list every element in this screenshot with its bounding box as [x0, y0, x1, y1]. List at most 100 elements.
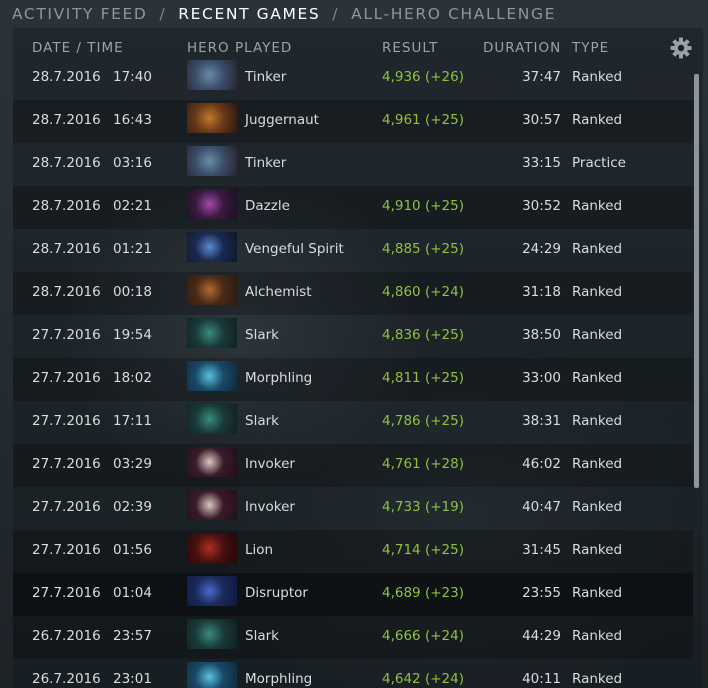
hero-portrait — [187, 490, 237, 520]
table-row[interactable]: 28.7.2016 01:21 Vengeful Spirit 4,885 (+25)… — [13, 229, 693, 272]
table-row[interactable]: 28.7.2016 16:43 Juggernaut 4,961 (+25) 30:57… — [13, 100, 693, 143]
table-row[interactable]: 28.7.2016 02:21 Dazzle 4,910 (+25) 30:52 Rank… — [13, 186, 693, 229]
game-result: 4,885 (+25) — [382, 241, 464, 257]
game-time: 02:21 — [113, 198, 152, 214]
game-type: Ranked — [572, 241, 623, 257]
game-time: 19:54 — [113, 327, 152, 343]
game-time: 01:04 — [113, 585, 152, 601]
table-row[interactable]: 28.7.2016 17:40 Tinker 4,936 (+26) 37:47 Rank… — [13, 57, 693, 100]
table-row[interactable]: 28.7.2016 00:18 Alchemist 4,860 (+24) 31:18 R… — [13, 272, 693, 315]
game-duration: 38:31 — [522, 413, 561, 429]
game-duration: 46:02 — [522, 456, 561, 472]
game-duration: 40:11 — [522, 671, 561, 687]
hero-name: Tinker — [245, 155, 287, 171]
game-type: Ranked — [572, 198, 623, 214]
game-time: 00:18 — [113, 284, 152, 300]
game-result: 4,761 (+28) — [382, 456, 464, 472]
table-row[interactable]: 28.7.2016 03:16 Tinker 33:15 Practice — [13, 143, 693, 186]
hero-portrait — [187, 404, 237, 434]
game-result: 4,836 (+25) — [382, 327, 464, 343]
game-result: 4,642 (+24) — [382, 671, 464, 687]
game-duration: 31:45 — [522, 542, 561, 558]
game-result: 4,860 (+24) — [382, 284, 464, 300]
game-type: Ranked — [572, 370, 623, 386]
game-type: Ranked — [572, 69, 623, 85]
hero-name: Disruptor — [245, 585, 308, 601]
game-type: Ranked — [572, 327, 623, 343]
hero-portrait — [187, 576, 237, 606]
hero-portrait — [187, 533, 237, 563]
game-duration: 23:55 — [522, 585, 561, 601]
table-row[interactable]: 27.7.2016 17:11 Slark 4,786 (+25) 38:31 Ranke… — [13, 401, 693, 444]
column-header-result[interactable]: RESULT — [382, 40, 438, 56]
game-type: Practice — [572, 155, 626, 171]
game-date: 26.7.2016 — [32, 628, 101, 644]
column-header-date-time[interactable]: DATE / TIME — [32, 40, 124, 56]
game-duration: 37:47 — [522, 69, 561, 85]
game-result: 4,733 (+19) — [382, 499, 464, 515]
hero-name: Morphling — [245, 370, 313, 386]
table-row[interactable]: 27.7.2016 03:29 Invoker 4,761 (+28) 46:02 Ran… — [13, 444, 693, 487]
game-type: Ranked — [572, 456, 623, 472]
hero-name: Slark — [245, 628, 279, 644]
hero-portrait — [187, 232, 237, 262]
game-time: 01:21 — [113, 241, 152, 257]
tab-all-hero-challenge[interactable]: ALL-HERO CHALLENGE — [351, 5, 556, 23]
game-time: 17:40 — [113, 69, 152, 85]
game-duration: 24:29 — [522, 241, 561, 257]
game-type: Ranked — [572, 284, 623, 300]
hero-name: Invoker — [245, 456, 295, 472]
game-result: 4,714 (+25) — [382, 542, 464, 558]
game-duration: 33:00 — [522, 370, 561, 386]
game-result: 4,961 (+25) — [382, 112, 464, 128]
game-duration: 30:52 — [522, 198, 561, 214]
hero-name: Lion — [245, 542, 274, 558]
table-row[interactable]: 27.7.2016 02:39 Invoker 4,733 (+19) 40:47 Ran… — [13, 487, 693, 530]
game-result: 4,786 (+25) — [382, 413, 464, 429]
game-time: 23:57 — [113, 628, 152, 644]
game-type: Ranked — [572, 499, 623, 515]
hero-name: Dazzle — [245, 198, 290, 214]
game-date: 27.7.2016 — [32, 542, 101, 558]
game-date: 28.7.2016 — [32, 198, 101, 214]
game-time: 16:43 — [113, 112, 152, 128]
top-nav: ACTIVITY FEED / RECENT GAMES / ALL-HERO … — [12, 0, 708, 28]
game-duration: 33:15 — [522, 155, 561, 171]
tab-recent-games[interactable]: RECENT GAMES — [178, 5, 320, 23]
game-date: 28.7.2016 — [32, 284, 101, 300]
game-result: 4,689 (+23) — [382, 585, 464, 601]
hero-portrait — [187, 619, 237, 649]
column-header-duration[interactable]: DURATION — [483, 40, 561, 56]
game-time: 03:16 — [113, 155, 152, 171]
scrollbar[interactable] — [694, 74, 699, 488]
game-date: 27.7.2016 — [32, 456, 101, 472]
column-header-hero[interactable]: HERO PLAYED — [187, 40, 292, 56]
game-duration: 40:47 — [522, 499, 561, 515]
hero-name: Invoker — [245, 499, 295, 515]
game-date: 28.7.2016 — [32, 155, 101, 171]
game-type: Ranked — [572, 542, 623, 558]
nav-separator: / — [332, 5, 340, 23]
game-time: 03:29 — [113, 456, 152, 472]
game-result: 4,910 (+25) — [382, 198, 464, 214]
nav-separator: / — [159, 5, 167, 23]
table-row[interactable]: 27.7.2016 18:02 Morphling 4,811 (+25) 33:00 R… — [13, 358, 693, 401]
hero-name: Juggernaut — [245, 112, 319, 128]
tab-activity-feed[interactable]: ACTIVITY FEED — [12, 5, 147, 23]
game-time: 18:02 — [113, 370, 152, 386]
hero-portrait — [187, 275, 237, 305]
game-time: 23:01 — [113, 671, 152, 687]
table-row[interactable]: 26.7.2016 23:57 Slark 4,666 (+24) 44:29 Ranke… — [13, 616, 693, 659]
table-row[interactable]: 27.7.2016 01:56 Lion 4,714 (+25) 31:45 Ranked — [13, 530, 693, 573]
game-result: 4,666 (+24) — [382, 628, 464, 644]
hero-name: Tinker — [245, 69, 287, 85]
table-row[interactable]: 26.7.2016 23:01 Morphling 4,642 (+24) 40:11 R… — [13, 659, 693, 688]
game-result: 4,936 (+26) — [382, 69, 464, 85]
game-date: 27.7.2016 — [32, 370, 101, 386]
hero-portrait — [187, 318, 237, 348]
column-header-type[interactable]: TYPE — [572, 40, 609, 56]
table-row[interactable]: 27.7.2016 01:04 Disruptor 4,689 (+23) 23:55 R… — [13, 573, 693, 616]
hero-name: Slark — [245, 327, 279, 343]
table-row[interactable]: 27.7.2016 19:54 Slark 4,836 (+25) 38:50 Ranke… — [13, 315, 693, 358]
game-result: 4,811 (+25) — [382, 370, 464, 386]
